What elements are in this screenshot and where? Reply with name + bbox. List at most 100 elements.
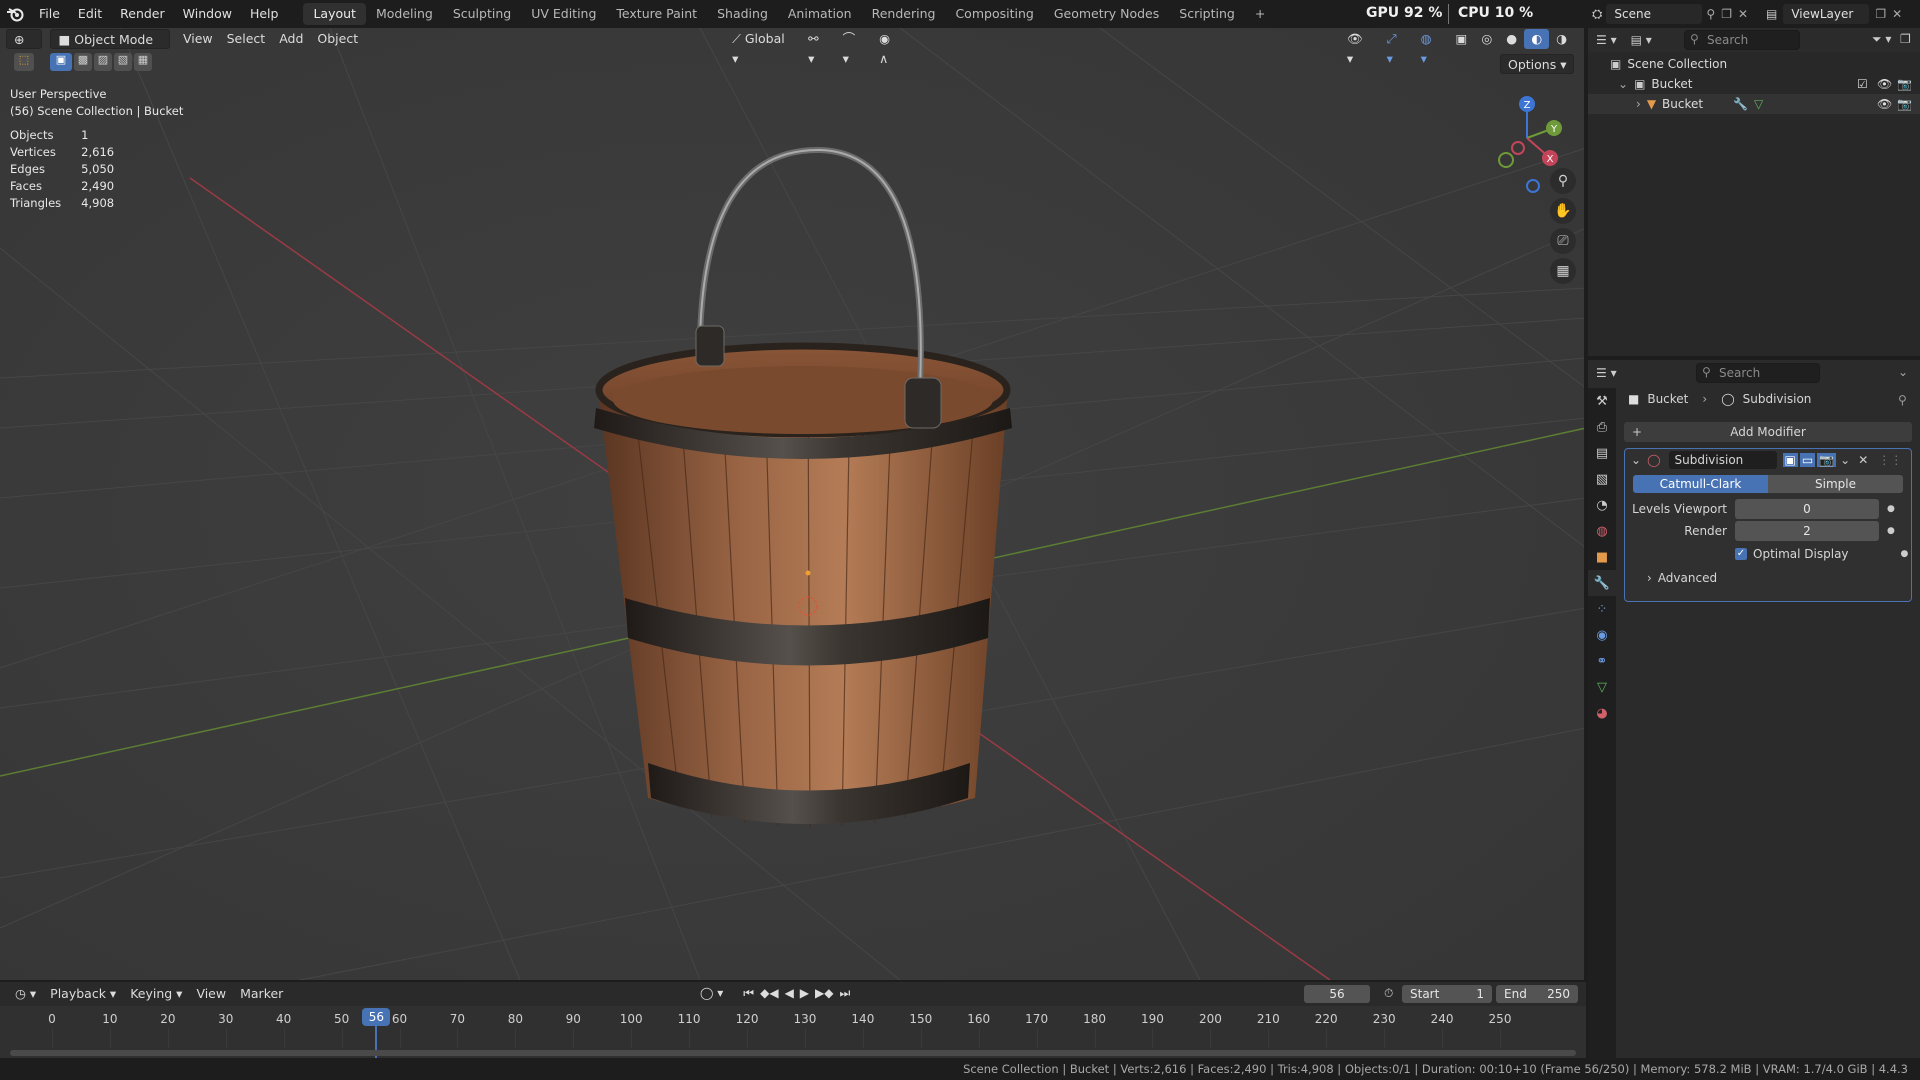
levels-keyframe-icon[interactable]: ● — [1887, 504, 1895, 514]
collapse-chevron-icon[interactable]: ⌄ — [1631, 453, 1641, 467]
view-layer-name[interactable]: ViewLayer — [1783, 4, 1870, 24]
optimal-keyframe-icon[interactable]: ● — [1901, 549, 1909, 559]
properties-search-input[interactable]: Search — [1696, 363, 1820, 383]
new-scene-icon[interactable]: ❐ — [1721, 7, 1732, 21]
xray-toggle[interactable]: ▣ — [1449, 29, 1475, 49]
viewport-menu-select[interactable]: Select — [220, 29, 273, 49]
object-row[interactable]: › ▼ Bucket 🔧 ▽ 👁 📷 — [1588, 94, 1920, 114]
timeline-menu-marker[interactable]: Marker — [233, 984, 290, 1004]
snap-toggle[interactable]: ⌒ ▾ — [836, 29, 872, 66]
object-render-icon[interactable]: 📷 — [1897, 94, 1912, 114]
select-new-icon[interactable]: ▣ — [50, 53, 72, 71]
properties-options-icon[interactable]: ⌄ — [1898, 365, 1908, 379]
shading-wireframe-icon[interactable]: ◎ — [1474, 29, 1499, 49]
menu-file[interactable]: File — [30, 0, 69, 28]
edit-mode-toggle-icon[interactable]: ▣ — [1782, 453, 1798, 467]
shading-material-icon[interactable]: ◐ — [1524, 29, 1550, 49]
mesh-data-icon[interactable]: ▽ — [1754, 94, 1763, 114]
render-keyframe-icon[interactable]: ● — [1887, 526, 1895, 536]
timeline-scrollbar[interactable] — [10, 1050, 1576, 1056]
collection-checkbox-icon[interactable]: ☑ — [1857, 74, 1868, 94]
blender-logo-icon[interactable] — [0, 0, 30, 28]
modifier-menu-icon[interactable]: ⌄ — [1840, 453, 1850, 467]
preview-range-icon[interactable]: ⏱ — [1384, 986, 1393, 1001]
pivot-dropdown[interactable]: ⚯ ▾ — [801, 29, 835, 66]
modifier-tab-icon[interactable]: 🔧 — [1588, 570, 1616, 596]
display-mode-icon[interactable]: ▤ ▾ — [1631, 33, 1652, 47]
physics-tab-icon[interactable]: ◉ — [1588, 622, 1616, 648]
menu-edit[interactable]: Edit — [69, 0, 111, 28]
neg-y-icon[interactable] — [1498, 152, 1514, 168]
modifier-wrench-icon[interactable]: 🔧 — [1733, 94, 1748, 114]
new-view-layer-icon[interactable]: ❐ — [1875, 7, 1886, 21]
modifier-name-field[interactable]: Subdivision — [1668, 451, 1777, 469]
outliner-editor-type-icon[interactable]: ☰ ▾ — [1596, 33, 1617, 47]
object-expand-icon[interactable]: › — [1636, 94, 1641, 114]
outliner-search-input[interactable]: Search — [1684, 30, 1800, 50]
add-workspace-button[interactable]: + — [1245, 3, 1275, 25]
particles-tab-icon[interactable]: ⁘ — [1588, 596, 1616, 622]
viewport-menu-view[interactable]: View — [176, 29, 220, 49]
new-collection-icon[interactable]: ❐ — [1900, 32, 1911, 46]
properties-editor-type-icon[interactable]: ☰ ▾ — [1596, 366, 1617, 380]
view-layer-tab-icon[interactable]: ▧ — [1588, 466, 1616, 492]
object-visibility-icon[interactable]: 👁 — [1877, 94, 1892, 114]
timeline-menu-view[interactable]: View — [189, 984, 233, 1004]
ortho-toggle-icon[interactable]: ▦ — [1550, 258, 1576, 284]
jump-keyframe-forward-icon[interactable]: ▶◆ — [815, 986, 833, 1001]
jump-keyframe-back-icon[interactable]: ◆◀ — [760, 986, 778, 1001]
start-frame-field[interactable]: Start 1 — [1402, 985, 1492, 1003]
optimal-display-checkbox[interactable]: ✓ — [1735, 548, 1747, 560]
timeline-menu-keying[interactable]: Keying ▾ — [123, 984, 189, 1004]
current-frame-field[interactable]: 56 — [1304, 985, 1370, 1003]
object-tab-icon[interactable]: ■ — [1588, 544, 1616, 570]
scene-tab-icon[interactable]: ◔ — [1588, 492, 1616, 518]
menu-render[interactable]: Render — [111, 0, 174, 28]
camera-view-icon[interactable]: ⎚ — [1550, 228, 1576, 254]
tool-tab-icon[interactable]: ⚒ — [1588, 388, 1616, 414]
options-dropdown[interactable]: Options ▾ — [1500, 54, 1575, 74]
close-scene-icon[interactable]: ✕ — [1738, 7, 1748, 21]
workspace-tab-layout[interactable]: Layout — [303, 3, 366, 25]
collection-expand-icon[interactable]: ⌄ — [1618, 74, 1628, 94]
workspace-tab-scripting[interactable]: Scripting — [1169, 3, 1245, 25]
viewport-toggle-icon[interactable]: ▭ — [1799, 453, 1816, 467]
scene-collection-row[interactable]: ▣ Scene Collection — [1588, 54, 1920, 74]
levels-viewport-field[interactable]: 0 — [1735, 499, 1879, 519]
shading-solid-icon[interactable]: ● — [1499, 29, 1524, 49]
scene-name[interactable]: Scene — [1606, 4, 1703, 24]
workspace-tab-modeling[interactable]: Modeling — [366, 3, 443, 25]
render-tab-icon[interactable]: ⎙ — [1588, 414, 1616, 440]
scene-selector[interactable]: ⛭ Scene ⚲ ❐ ✕ — [1588, 3, 1748, 25]
advanced-subpanel[interactable]: › Advanced — [1625, 571, 1911, 585]
workspace-tab-uv-editing[interactable]: UV Editing — [521, 3, 606, 25]
jump-end-icon[interactable]: ⏭ — [840, 986, 851, 1001]
end-frame-field[interactable]: End 250 — [1496, 985, 1578, 1003]
select-subtract-icon[interactable]: ▨ — [94, 53, 112, 71]
world-tab-icon[interactable]: ◍ — [1588, 518, 1616, 544]
gizmo-toggle[interactable]: ⤢ ▾ — [1380, 29, 1414, 66]
timeline-menu-playback[interactable]: Playback ▾ — [43, 984, 123, 1004]
collection-row[interactable]: ⌄ ▣ Bucket ☑ 👁 📷 — [1588, 74, 1920, 94]
select-intersect-icon[interactable]: ▦ — [134, 53, 152, 71]
render-levels-field[interactable]: 2 — [1735, 521, 1879, 541]
menu-help[interactable]: Help — [241, 0, 288, 28]
visibility-dropdown[interactable]: 👁 ▾ — [1340, 29, 1380, 66]
output-tab-icon[interactable]: ▤ — [1588, 440, 1616, 466]
pin-context-icon[interactable]: ⚲ — [1898, 393, 1907, 407]
advanced-chevron-icon[interactable]: › — [1647, 571, 1652, 585]
zoom-icon[interactable]: ⚲ — [1550, 168, 1576, 194]
playhead-frame[interactable]: 56 — [362, 1008, 391, 1026]
3d-viewport[interactable]: ⊕ ▾ ■ Object Mode ▾ ViewSelectAdd Object … — [0, 28, 1586, 980]
viewport-menu-add[interactable]: Add — [272, 29, 310, 49]
type-simple[interactable]: Simple — [1768, 475, 1903, 493]
mode-dropdown[interactable]: ■ Object Mode ▾ — [50, 29, 170, 67]
play-reverse-icon[interactable]: ◀ — [785, 986, 794, 1001]
timeline-editor-type-icon[interactable]: ◷ ▾ — [8, 984, 43, 1004]
render-toggle-icon[interactable]: 📷 — [1817, 453, 1837, 467]
filter-icon[interactable]: ⏷ ▾ — [1872, 32, 1891, 47]
collection-render-icon[interactable]: 📷 — [1897, 74, 1912, 94]
select-invert-icon[interactable]: ▧ — [114, 53, 132, 71]
transform-orientation-dropdown[interactable]: ⟋ Global ▾ — [725, 29, 801, 66]
view-layer-selector[interactable]: ▤ ViewLayer ❐ ✕ — [1760, 3, 1920, 25]
